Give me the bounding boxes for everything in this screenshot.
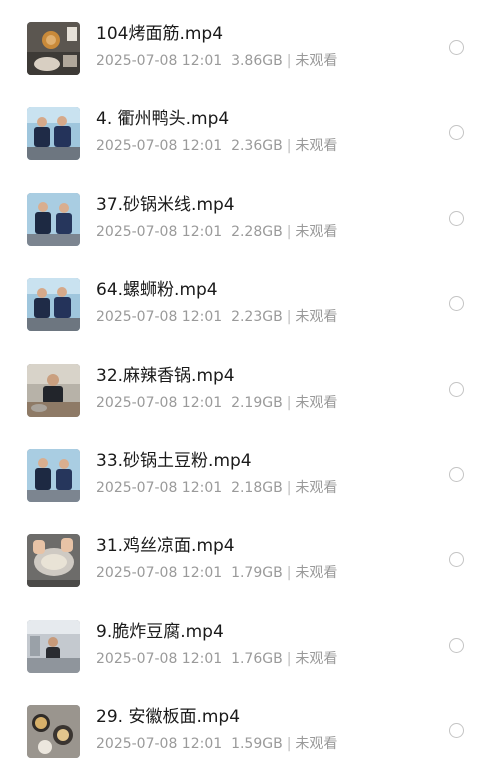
select-radio-button[interactable] xyxy=(449,723,464,739)
file-size: 1.76GB xyxy=(231,650,283,667)
video-thumbnail-icon xyxy=(27,449,80,502)
file-row[interactable]: 29. 安徽板面.mp4 2025-07-08 12:01 1.59GB | 未观看 xyxy=(0,683,500,768)
file-date: 2025-07-08 12:01 xyxy=(96,53,223,69)
file-size: 2.18GB xyxy=(231,480,283,496)
video-thumbnail-icon xyxy=(27,278,80,332)
file-meta: 2025-07-08 12:01 3.86GB | 未观看 xyxy=(96,51,337,71)
file-row[interactable]: 4. 衢州鸭头.mp4 2025-07-08 12:01 2.36GB | 未观看 xyxy=(0,85,500,170)
file-date: 2025-07-08 12:01 xyxy=(96,650,223,667)
file-size: 1.79GB xyxy=(231,565,283,582)
file-name: 32.麻辣香锅.mp4 xyxy=(96,365,235,386)
meta-divider: | xyxy=(286,394,292,411)
video-thumbnail-icon xyxy=(27,22,80,75)
file-name: 29. 安徽板面.mp4 xyxy=(96,707,241,728)
watch-status: 未观看 xyxy=(295,394,338,411)
watch-status: 未观看 xyxy=(295,309,338,326)
file-row[interactable]: 32.麻辣香锅.mp4 2025-07-08 12:01 2.19GB | 未观看 xyxy=(0,342,500,427)
select-radio-button[interactable] xyxy=(449,210,464,226)
file-meta: 2025-07-08 12:01 1.79GB | 未观看 xyxy=(96,563,337,583)
meta-divider: | xyxy=(286,565,292,582)
video-thumbnail-icon xyxy=(27,107,80,161)
file-size: 2.36GB xyxy=(231,138,283,155)
file-row[interactable]: 64.螺蛳粉.mp4 2025-07-08 12:01 2.23GB | 未观看 xyxy=(0,256,500,341)
file-meta: 2025-07-08 12:01 2.23GB | 未观看 xyxy=(96,307,337,327)
video-thumbnail-icon xyxy=(27,363,80,417)
file-date: 2025-07-08 12:01 xyxy=(96,736,223,753)
file-meta: 2025-07-08 12:01 2.18GB | 未观看 xyxy=(96,478,337,498)
watch-status: 未观看 xyxy=(295,223,338,240)
file-size: 1.59GB xyxy=(231,736,283,753)
file-size: 3.86GB xyxy=(231,53,283,69)
file-meta: 2025-07-08 12:01 2.19GB | 未观看 xyxy=(96,393,337,413)
meta-divider: | xyxy=(286,223,292,240)
file-date: 2025-07-08 12:01 xyxy=(96,565,223,582)
file-row[interactable]: 33.砂锅土豆粉.mp4 2025-07-08 12:01 2.18GB | 未观看 xyxy=(0,427,500,512)
meta-divider: | xyxy=(286,736,292,753)
file-list: 104烤面筋.mp4 2025-07-08 12:01 3.86GB | 未观看 4.… xyxy=(0,0,500,771)
watch-status: 未观看 xyxy=(295,480,338,496)
file-name: 33.砂锅土豆粉.mp4 xyxy=(96,451,252,471)
select-radio-button[interactable] xyxy=(449,381,464,397)
meta-divider: | xyxy=(286,480,292,496)
select-radio-button[interactable] xyxy=(449,296,464,312)
meta-divider: | xyxy=(286,309,292,326)
file-row[interactable]: 31.鸡丝凉面.mp4 2025-07-08 12:01 1.79GB | 未观看 xyxy=(0,512,500,597)
file-row[interactable]: 37.砂锅米线.mp4 2025-07-08 12:01 2.28GB | 未观看 xyxy=(0,171,500,256)
file-date: 2025-07-08 12:01 xyxy=(96,394,223,411)
video-thumbnail-icon xyxy=(27,534,80,588)
watch-status: 未观看 xyxy=(295,565,338,582)
video-thumbnail-icon xyxy=(27,705,80,759)
file-row[interactable]: 104烤面筋.mp4 2025-07-08 12:01 3.86GB | 未观看 xyxy=(0,0,500,85)
file-meta: 2025-07-08 12:01 2.28GB | 未观看 xyxy=(96,222,337,242)
select-radio-button[interactable] xyxy=(449,552,464,568)
meta-divider: | xyxy=(286,650,292,667)
video-thumbnail-icon xyxy=(27,192,80,246)
file-date: 2025-07-08 12:01 xyxy=(96,138,223,155)
select-radio-button[interactable] xyxy=(449,467,464,482)
file-name: 37.砂锅米线.mp4 xyxy=(96,194,235,215)
watch-status: 未观看 xyxy=(295,736,338,753)
file-name: 31.鸡丝凉面.mp4 xyxy=(96,536,235,557)
file-date: 2025-07-08 12:01 xyxy=(96,480,223,496)
file-meta: 2025-07-08 12:01 1.59GB | 未观看 xyxy=(96,734,337,754)
file-meta: 2025-07-08 12:01 1.76GB | 未观看 xyxy=(96,649,337,669)
meta-divider: | xyxy=(286,138,292,155)
meta-divider: | xyxy=(286,53,292,69)
watch-status: 未观看 xyxy=(295,53,338,69)
file-size: 2.23GB xyxy=(231,309,283,326)
file-name: 104烤面筋.mp4 xyxy=(96,24,224,44)
file-size: 2.19GB xyxy=(231,394,283,411)
video-thumbnail-icon xyxy=(27,619,80,673)
watch-status: 未观看 xyxy=(295,650,338,667)
file-date: 2025-07-08 12:01 xyxy=(96,309,223,326)
file-name: 9.脆炸豆腐.mp4 xyxy=(96,621,224,642)
file-name: 64.螺蛳粉.mp4 xyxy=(96,280,218,301)
file-name: 4. 衢州鸭头.mp4 xyxy=(96,109,230,130)
select-radio-button[interactable] xyxy=(449,637,464,653)
file-row[interactable]: 9.脆炸豆腐.mp4 2025-07-08 12:01 1.76GB | 未观看 xyxy=(0,598,500,683)
file-date: 2025-07-08 12:01 xyxy=(96,223,223,240)
select-radio-button[interactable] xyxy=(449,125,464,141)
select-radio-button[interactable] xyxy=(449,40,464,55)
file-meta: 2025-07-08 12:01 2.36GB | 未观看 xyxy=(96,136,337,156)
watch-status: 未观看 xyxy=(295,138,338,155)
file-size: 2.28GB xyxy=(231,223,283,240)
